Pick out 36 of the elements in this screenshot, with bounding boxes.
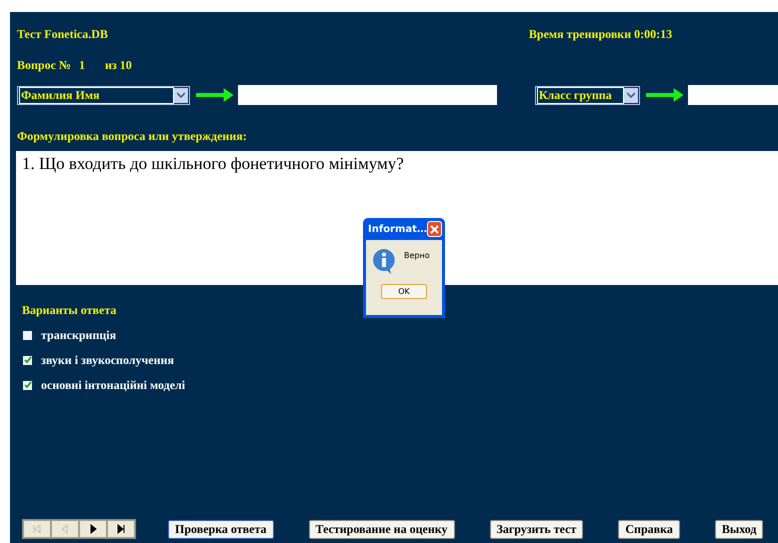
info-icon (372, 248, 396, 274)
question-number-label: Вопрос № (17, 58, 71, 72)
answers-label: Варианты ответа (22, 303, 118, 318)
arrow-icon (646, 88, 683, 102)
action-button[interactable]: Выход (714, 520, 764, 538)
nav-button[interactable] (79, 520, 107, 538)
question-number: 1 (78, 58, 85, 72)
action-button[interactable]: Справка (618, 520, 680, 538)
question-total: из 10 (104, 58, 132, 72)
class-dropdown[interactable]: Класс группа (534, 86, 640, 104)
chevron-down-icon (626, 92, 634, 98)
arrow-icon (196, 88, 234, 102)
training-timer: Время тренировки 0:00:13 (528, 26, 672, 42)
dialog-message: Верно (404, 251, 430, 260)
action-button[interactable]: Тестирование на оценку (308, 520, 454, 538)
question-label: Формулировка вопроса или утверждения: (17, 129, 248, 144)
answer-option[interactable]: звуки і звукосполучення (41, 352, 174, 368)
checkbox[interactable] (23, 330, 32, 340)
answer-option[interactable]: основні інтонаційні моделі (41, 378, 186, 392)
dialog-title: Informat… (368, 224, 427, 234)
skip-start-icon (31, 523, 43, 535)
checkbox[interactable] (23, 356, 32, 364)
name-dropdown[interactable]: Фамилия Имя (17, 86, 190, 104)
close-icon (430, 224, 439, 234)
chevron-down-icon (176, 92, 185, 98)
checkbox[interactable] (23, 380, 32, 390)
app-title: Тест Fonetica.DB (17, 26, 108, 42)
answer-option[interactable]: транскрипція (41, 328, 116, 342)
skip-end-icon (115, 523, 127, 535)
close-button[interactable] (426, 221, 442, 237)
nav-button[interactable] (107, 520, 135, 538)
action-button[interactable]: Загрузить тест (490, 520, 584, 538)
action-button[interactable]: Проверка ответа (168, 520, 274, 538)
class-field[interactable] (688, 85, 778, 105)
ok-button[interactable]: OK (381, 284, 427, 299)
name-field[interactable] (238, 85, 497, 105)
